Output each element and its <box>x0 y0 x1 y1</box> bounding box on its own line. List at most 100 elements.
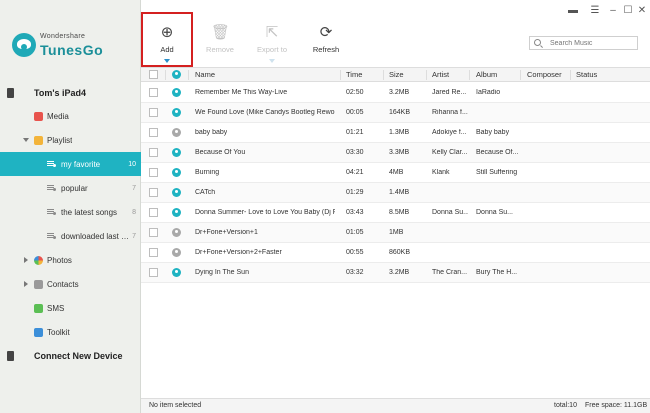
remove-label: Remove <box>206 45 234 54</box>
menu-icon[interactable]: ☰ <box>588 4 602 16</box>
col-artist[interactable]: Artist <box>432 70 449 79</box>
cell-time: 04:21 <box>346 169 364 176</box>
sidebar-item-photos[interactable]: Photos <box>0 248 141 272</box>
refresh-label: Refresh <box>312 45 340 54</box>
sidebar-device[interactable]: Tom's iPad4 <box>0 82 141 104</box>
table-row[interactable]: Dying In The Sun 03:32 3.2MB The Cran... Bur… <box>141 263 650 283</box>
add-highlight-box <box>141 12 193 67</box>
sidebar-item-downloaded[interactable]: downloaded last w... 7 <box>0 224 141 248</box>
sidebar-item-my-favorite[interactable]: my favorite 10 <box>0 152 141 176</box>
sidebar-item-media[interactable]: Media <box>0 104 141 128</box>
close-icon[interactable]: ✕ <box>635 4 649 16</box>
cell-artist: The Cran... <box>432 269 468 276</box>
music-note-icon <box>172 168 181 177</box>
cell-size: 1MB <box>389 229 404 236</box>
music-column-icon <box>172 70 181 79</box>
cell-album: Because Of... <box>476 149 518 156</box>
remove-button[interactable]: 🗑 Remove <box>190 12 250 64</box>
playlist-item-icon <box>47 184 56 192</box>
sidebar-item-label: downloaded last w... <box>61 231 132 241</box>
device-name: Tom's iPad4 <box>34 88 86 98</box>
sidebar-item-contacts[interactable]: Contacts <box>0 272 141 296</box>
cell-size: 860KB <box>389 249 411 256</box>
connect-new-device[interactable]: Connect New Device <box>0 344 141 368</box>
row-checkbox[interactable] <box>149 208 158 217</box>
free-space: Free space: 11.1GB <box>585 402 648 409</box>
col-status[interactable]: Status <box>576 70 597 79</box>
cell-name: Dr+Fone+Version+2+Faster <box>195 249 282 256</box>
music-note-icon <box>172 88 181 97</box>
music-note-icon <box>172 128 181 137</box>
cell-time: 03:30 <box>346 149 364 156</box>
row-checkbox[interactable] <box>149 88 158 97</box>
row-checkbox[interactable] <box>149 148 158 157</box>
table-row[interactable]: CATch 01:29 1.4MB <box>141 183 650 203</box>
playlist-icon <box>34 135 43 145</box>
col-size[interactable]: Size <box>389 70 404 79</box>
select-all-checkbox[interactable] <box>149 70 158 79</box>
row-checkbox[interactable] <box>149 128 158 137</box>
sidebar-item-latest-songs[interactable]: the latest songs 8 <box>0 200 141 224</box>
table-row[interactable]: Burning 04:21 4MB Klank Still Suffering <box>141 163 650 183</box>
cell-size: 164KB <box>389 109 411 116</box>
cell-time: 00:55 <box>346 249 364 256</box>
table-row[interactable]: Because Of You 03:30 3.3MB Kelly Clar... Bec… <box>141 143 650 163</box>
cell-time: 03:32 <box>346 269 364 276</box>
sidebar-item-popular[interactable]: popular 7 <box>0 176 141 200</box>
toolkit-icon <box>34 327 43 337</box>
minimize-icon[interactable]: – <box>606 4 620 16</box>
music-note-icon <box>172 188 181 197</box>
cell-name: Dr+Fone+Version+1 <box>195 229 258 236</box>
table-header: Name Time Size Artist Album Composer Sta… <box>141 67 650 82</box>
dropdown-arrow-icon <box>269 59 275 63</box>
table-row[interactable]: baby baby 01:21 1.3MB Adokiye f... Baby baby <box>141 123 650 143</box>
search-icon <box>534 39 541 46</box>
feedback-icon[interactable]: ▬ <box>566 4 580 16</box>
search-box[interactable] <box>529 36 638 50</box>
app-logo: Wondershare TunesGo <box>12 30 132 60</box>
table-row[interactable]: Donna Summer- Love to Love You Baby (Dj … <box>141 203 650 223</box>
sidebar-item-sms[interactable]: SMS <box>0 296 141 320</box>
music-note-icon <box>172 148 181 157</box>
row-checkbox[interactable] <box>149 108 158 117</box>
cell-size: 8.5MB <box>389 209 410 216</box>
col-time[interactable]: Time <box>346 70 362 79</box>
table-row[interactable]: Dr+Fone+Version+1 01:05 1MB <box>141 223 650 243</box>
row-checkbox[interactable] <box>149 248 158 257</box>
cell-name: We Found Love (Mike Candys Bootleg Rewor… <box>195 109 335 116</box>
col-composer[interactable]: Composer <box>527 70 562 79</box>
table-row[interactable]: Dr+Fone+Version+2+Faster 00:55 860KB <box>141 243 650 263</box>
search-input[interactable] <box>550 38 634 49</box>
row-checkbox[interactable] <box>149 228 158 237</box>
device-icon <box>7 88 14 98</box>
maximize-icon[interactable]: ☐ <box>621 4 635 16</box>
refresh-icon: ⟳ <box>319 24 333 41</box>
cell-artist: Kelly Clar... <box>432 149 468 156</box>
cell-size: 3.2MB <box>389 89 410 96</box>
chevron-right-icon[interactable] <box>24 281 28 287</box>
table-row[interactable]: Remember Me This Way-Live 02:50 3.2MB Jared… <box>141 83 650 103</box>
device-icon <box>7 351 14 361</box>
cell-name: Remember Me This Way-Live <box>195 89 288 96</box>
cell-name: baby baby <box>195 129 228 136</box>
chevron-right-icon[interactable] <box>24 257 28 263</box>
music-note-icon <box>172 208 181 217</box>
cell-time: 01:21 <box>346 129 364 136</box>
sms-icon <box>34 303 43 313</box>
table-row[interactable]: We Found Love (Mike Candys Bootleg Rewor… <box>141 103 650 123</box>
brand-big: TunesGo <box>40 42 104 58</box>
contacts-icon <box>34 279 43 289</box>
refresh-button[interactable]: ⟳ Refresh <box>296 12 356 64</box>
cell-size: 3.2MB <box>389 269 410 276</box>
col-album[interactable]: Album <box>476 70 497 79</box>
row-checkbox[interactable] <box>149 268 158 277</box>
col-name[interactable]: Name <box>195 70 215 79</box>
row-checkbox[interactable] <box>149 168 158 177</box>
sidebar-item-playlist[interactable]: Playlist <box>0 128 141 152</box>
row-checkbox[interactable] <box>149 188 158 197</box>
chevron-down-icon[interactable] <box>23 138 29 142</box>
sidebar-item-toolkit[interactable]: Toolkit <box>0 320 141 344</box>
music-note-icon <box>172 248 181 257</box>
export-button[interactable]: ⇱ Export to <box>242 12 302 64</box>
playlist-item-icon <box>47 232 56 240</box>
